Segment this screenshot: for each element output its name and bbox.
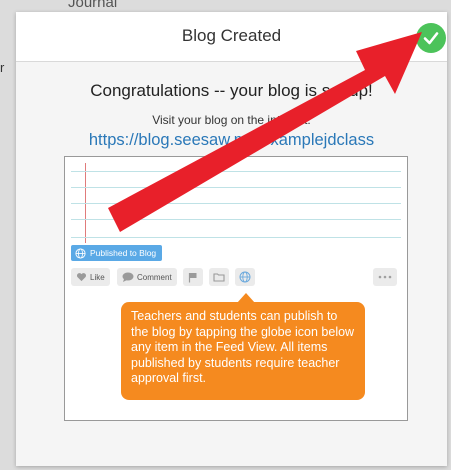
flag-button[interactable] [183, 268, 203, 286]
heart-icon [76, 273, 87, 282]
like-label: Like [90, 272, 105, 282]
published-to-blog-badge: Published to Blog [71, 245, 163, 261]
folder-icon [213, 273, 225, 282]
item-action-bar: Like Comment [71, 268, 401, 288]
published-badge-label: Published to Blog [90, 248, 157, 258]
congrats-heading: Congratulations -- your blog is set up! [90, 81, 373, 100]
comment-label: Comment [137, 272, 172, 282]
folder-button[interactable] [209, 268, 229, 286]
publish-globe-button[interactable] [235, 268, 255, 286]
background-page-title: Journal [68, 0, 118, 11]
ellipsis-icon [378, 275, 392, 279]
background-text-fragment: r [0, 60, 5, 75]
speech-bubble-icon [122, 272, 134, 282]
publish-help-tooltip: Teachers and students can publish to the… [121, 302, 365, 400]
globe-icon [239, 271, 251, 283]
dialog-header: Blog Created [16, 12, 447, 62]
globe-icon [75, 247, 86, 259]
like-button[interactable]: Like [71, 268, 110, 286]
lined-paper-image [71, 163, 401, 251]
feed-item-preview: Published to Blog Like Comment Teachers … [64, 156, 408, 421]
blog-created-dialog: Blog Created Congratulations -- your blo… [16, 12, 447, 466]
visit-blog-text: Visit your blog on the internet: [152, 113, 311, 127]
checkmark-icon [423, 32, 439, 45]
done-button[interactable] [416, 23, 446, 53]
flag-icon [188, 272, 197, 282]
more-options-button[interactable] [373, 268, 397, 286]
dialog-title: Blog Created [181, 26, 282, 45]
blog-url-link[interactable]: https://blog.seesaw.me/examplejdclass [16, 131, 447, 150]
comment-button[interactable]: Comment [117, 268, 177, 286]
